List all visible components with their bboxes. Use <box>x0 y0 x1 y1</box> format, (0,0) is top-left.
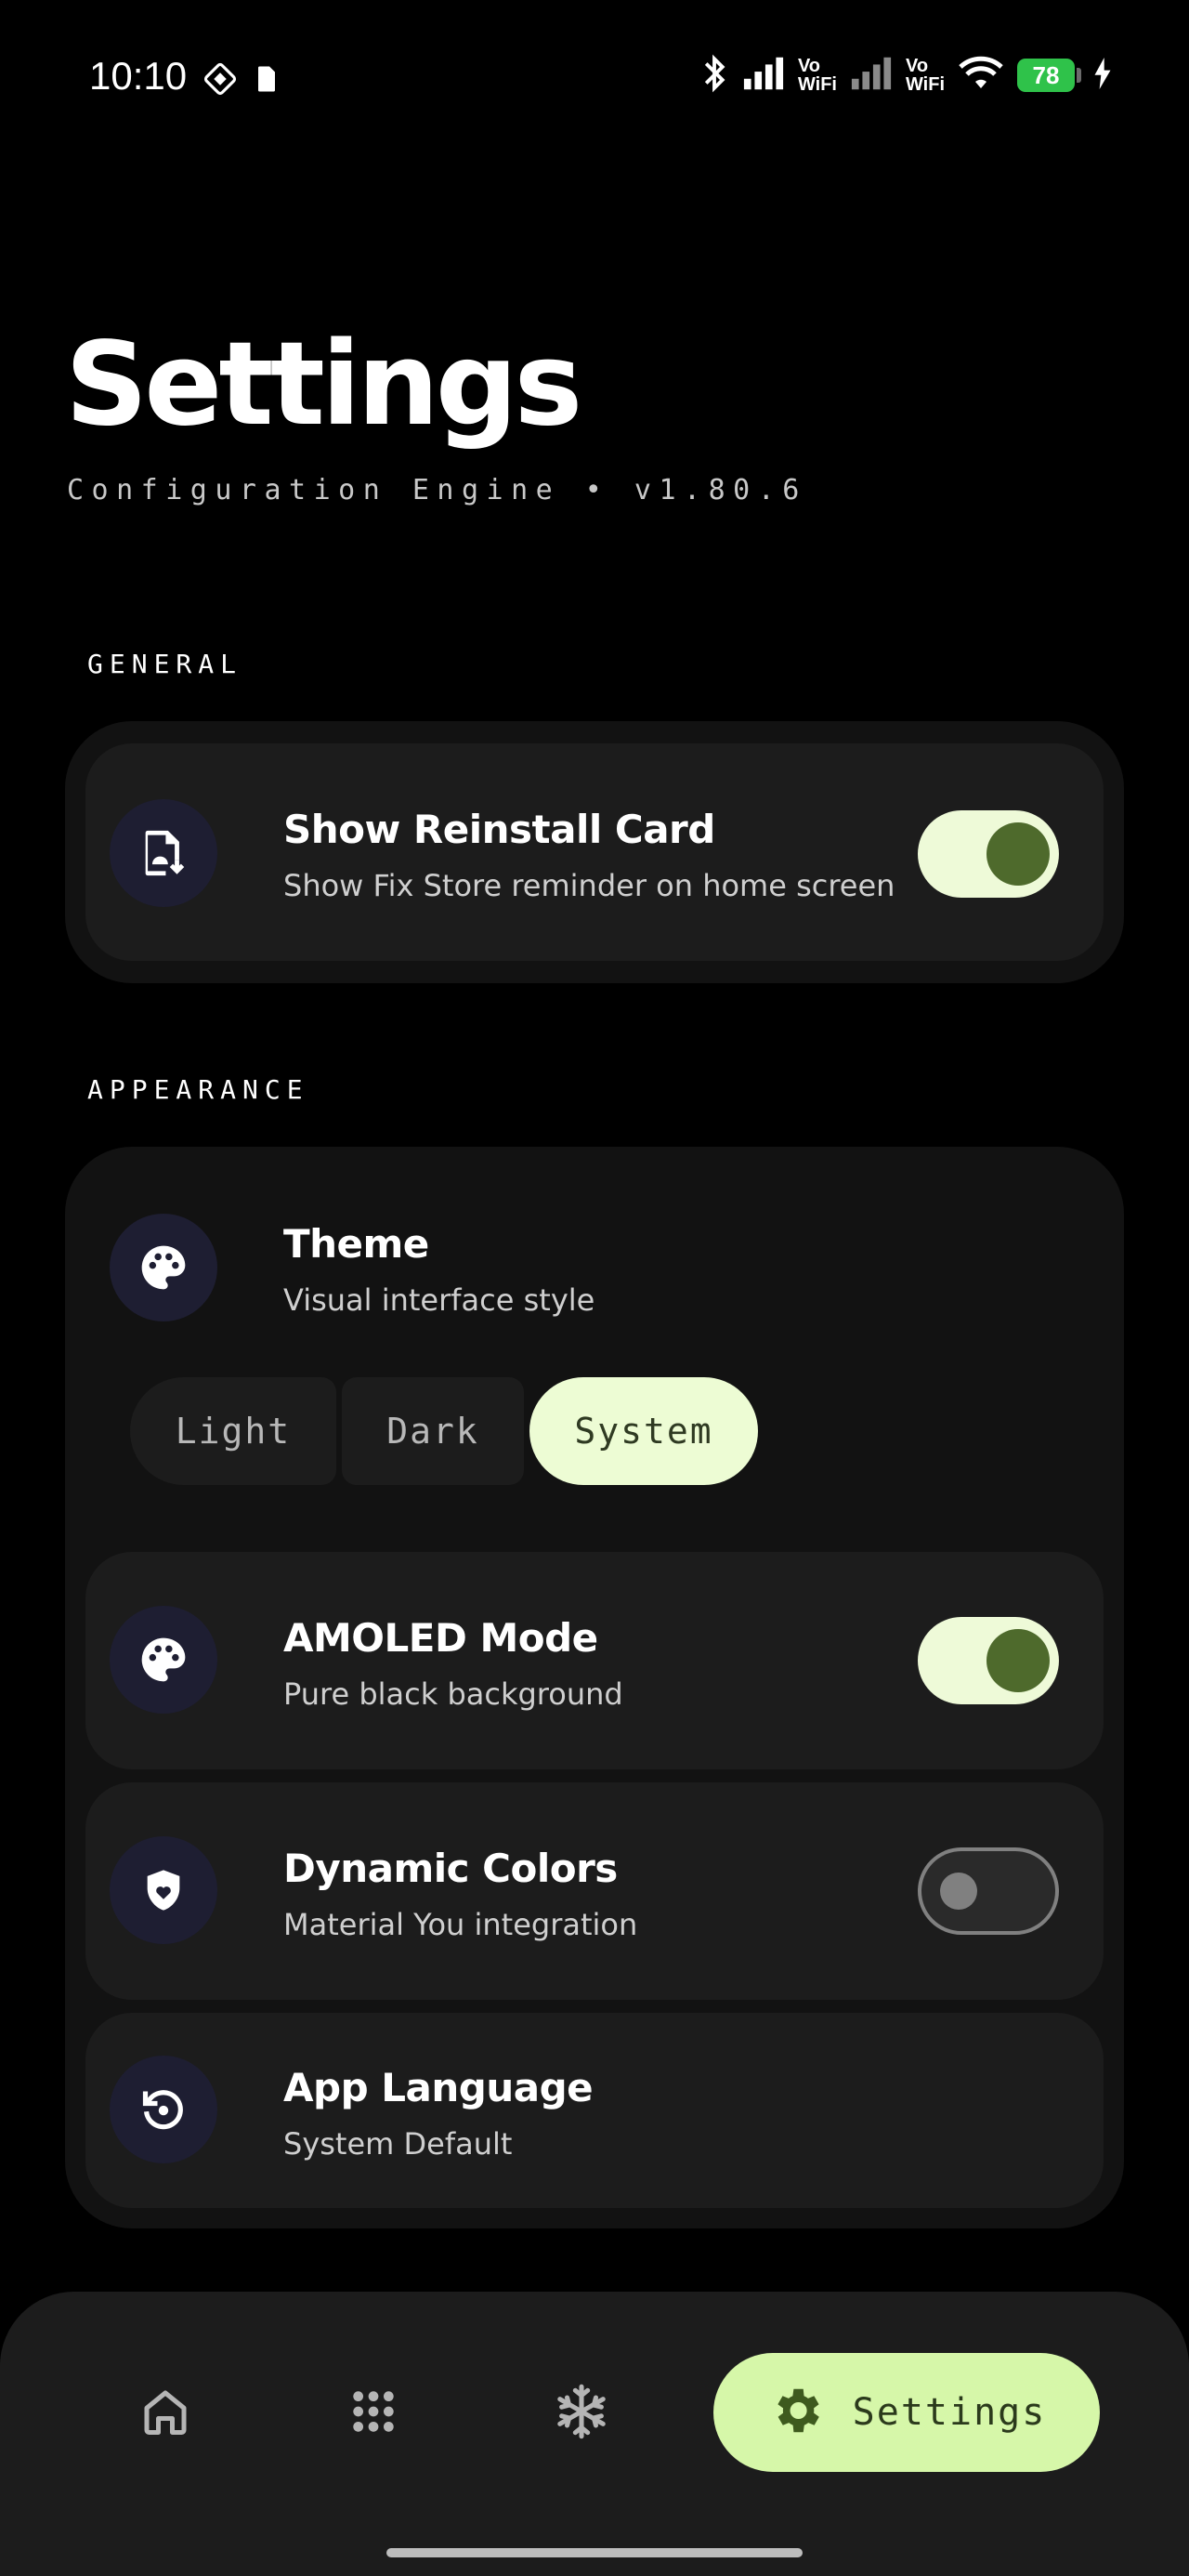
apps-grid-icon <box>347 2385 399 2441</box>
charging-icon <box>1094 58 1111 93</box>
reinstall-title: Show Reinstall Card <box>283 807 715 852</box>
nav-apps[interactable] <box>318 2362 429 2464</box>
status-bar: 10:10 Vo WiFi Vo WiFi 78 <box>0 0 1189 158</box>
dynamic-colors-title: Dynamic Colors <box>283 1846 618 1891</box>
theme-option-dark[interactable]: Dark <box>342 1377 524 1485</box>
app-language-title: App Language <box>283 2065 594 2110</box>
vowifi-label: Vo WiFi <box>905 56 945 95</box>
theme-option-light[interactable]: Light <box>130 1377 336 1485</box>
home-indicator[interactable] <box>386 2548 803 2557</box>
settings-screen: 10:10 Vo WiFi Vo WiFi 78 Settings Config… <box>0 0 1189 2576</box>
gear-icon <box>767 2382 825 2443</box>
reinstall-card-toggle[interactable] <box>918 810 1059 898</box>
reinstall-icon <box>110 799 217 907</box>
vowifi-label: Vo WiFi <box>797 56 837 95</box>
app-language-subtitle: System Default <box>283 2126 513 2162</box>
battery-indicator: 78 <box>1017 59 1081 92</box>
page-title: Settings <box>65 318 582 452</box>
home-icon <box>137 2384 193 2443</box>
amoled-subtitle: Pure black background <box>283 1676 623 1712</box>
nav-home[interactable] <box>110 2362 221 2464</box>
dynamic-colors-toggle[interactable] <box>918 1847 1059 1935</box>
nav-settings-label: Settings <box>852 2391 1047 2434</box>
app-language-row[interactable] <box>85 2013 1104 2208</box>
palette-icon <box>110 1214 217 1321</box>
restore-icon <box>110 2056 217 2163</box>
theme-subtitle: Visual interface style <box>283 1282 595 1318</box>
shield-heart-icon <box>110 1836 217 1944</box>
signal-icon <box>742 55 785 96</box>
theme-option-system[interactable]: System <box>529 1377 758 1485</box>
snowflake-icon <box>552 2382 611 2445</box>
page-subtitle: Configuration Engine • v1.80.6 <box>67 474 807 506</box>
amoled-title: AMOLED Mode <box>283 1615 598 1661</box>
dynamic-colors-subtitle: Material You integration <box>283 1907 638 1942</box>
sim-icon <box>255 65 279 97</box>
section-label-general: GENERAL <box>87 649 243 679</box>
amoled-toggle[interactable] <box>918 1617 1059 1704</box>
signal-icon <box>850 55 893 96</box>
nav-settings[interactable]: Settings <box>713 2353 1100 2472</box>
status-time: 10:10 <box>89 54 188 98</box>
bluetooth-icon <box>699 54 729 97</box>
nav-freeze[interactable] <box>526 2362 637 2464</box>
wifi-icon <box>958 55 1004 96</box>
section-label-appearance: APPEARANCE <box>87 1074 309 1105</box>
theme-title: Theme <box>283 1221 429 1267</box>
palette-icon <box>110 1606 217 1714</box>
reinstall-subtitle: Show Fix Store reminder on home screen <box>283 868 895 903</box>
gallery-icon <box>203 61 238 100</box>
